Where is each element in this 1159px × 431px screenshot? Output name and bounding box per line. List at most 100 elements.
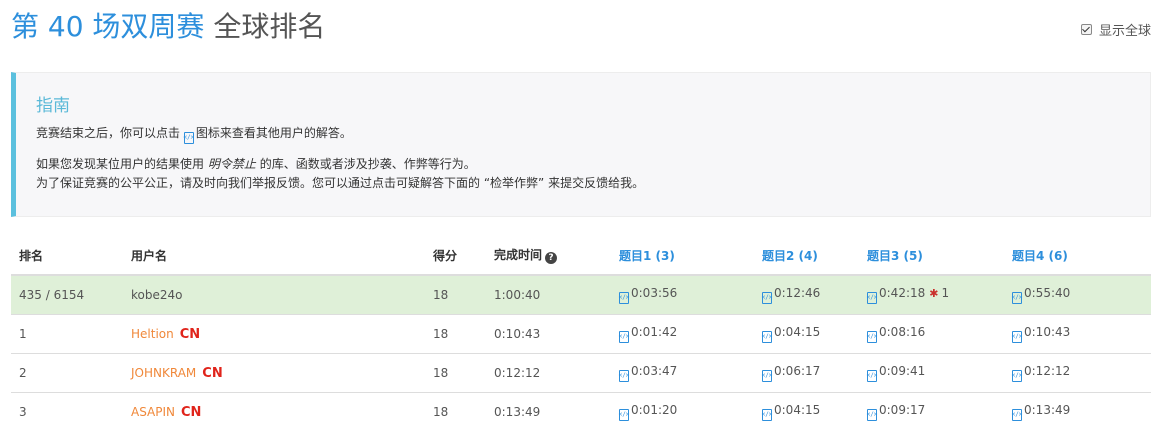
username-link[interactable]: ASAPIN: [131, 405, 175, 419]
q4-time: 0:12:12: [1024, 364, 1070, 378]
code-file-icon[interactable]: </>: [867, 292, 877, 304]
table-row: 3 ASAPINCN 18 0:13:49 </>0:01:20 </>0:04…: [11, 393, 1151, 431]
username-cell: kobe24o: [123, 275, 425, 315]
guide-line-3: 为了保证竞赛的公平公正，请及时向我们举报反馈。您可以通过点击可疑解答下面的 “检…: [36, 174, 1130, 193]
table-row-self: 435 / 6154 kobe24o 18 1:00:40 </>0:03:56…: [11, 275, 1151, 315]
q3-cell[interactable]: </>0:09:17: [859, 393, 1004, 431]
code-file-icon[interactable]: </>: [762, 370, 772, 382]
rank-cell: 2: [11, 354, 123, 393]
code-file-icon[interactable]: </>: [619, 409, 629, 421]
q3-time: 0:09:17: [879, 403, 925, 417]
code-file-icon[interactable]: </>: [619, 370, 629, 382]
q2-cell[interactable]: </>0:06:17: [754, 354, 859, 393]
rank-cell: 435 / 6154: [11, 275, 123, 315]
header-username: 用户名: [123, 236, 425, 275]
username-link[interactable]: JOHNKRAM: [131, 366, 196, 380]
q1-time: 0:01:20: [631, 403, 677, 417]
q3-cell[interactable]: </>0:42:18✱1: [859, 275, 1004, 315]
q1-cell[interactable]: </>0:03:56: [611, 275, 754, 315]
q2-time: 0:06:17: [774, 364, 820, 378]
q4-time: 0:10:43: [1024, 325, 1070, 339]
code-file-icon[interactable]: </>: [1012, 370, 1022, 382]
score-cell: 18: [425, 315, 486, 354]
q4-cell[interactable]: </>0:55:40: [1004, 275, 1151, 315]
q4-cell[interactable]: </>0:12:12: [1004, 354, 1151, 393]
username-link[interactable]: kobe24o: [131, 288, 182, 302]
q3-time: 0:09:41: [879, 364, 925, 378]
finish-time-cell: 1:00:40: [486, 275, 611, 315]
question-circle-icon[interactable]: ?: [545, 252, 557, 264]
region-badge: CN: [181, 405, 201, 420]
guide-line-1: 竞赛结束之后，你可以点击 </>图标来查看其他用户的解答。: [36, 124, 1130, 144]
q2-cell[interactable]: </>0:12:46: [754, 275, 859, 315]
q2-time: 0:04:15: [774, 403, 820, 417]
username-link[interactable]: Heltion: [131, 327, 174, 341]
finish-time-cell: 0:12:12: [486, 354, 611, 393]
score-cell: 18: [425, 393, 486, 431]
table-row: 1 HeltionCN 18 0:10:43 </>0:01:42 </>0:0…: [11, 315, 1151, 354]
code-file-icon[interactable]: </>: [619, 292, 629, 304]
header-question-2[interactable]: 题目2 (4): [754, 236, 859, 275]
title-suffix: 全球排名: [213, 10, 325, 43]
code-file-icon[interactable]: </>: [762, 409, 772, 421]
show-global-checkbox[interactable]: [1081, 24, 1092, 35]
code-file-icon[interactable]: </>: [1012, 331, 1022, 343]
guide-panel: 指南 竞赛结束之后，你可以点击 </>图标来查看其他用户的解答。 如果您发现某位…: [11, 72, 1151, 217]
code-file-icon[interactable]: </>: [867, 370, 877, 382]
username-cell: ASAPIN CN: [123, 393, 425, 431]
username-cell: JOHNKRAM CN: [123, 354, 425, 393]
q1-time: 0:03:47: [631, 364, 677, 378]
q1-cell[interactable]: </>0:01:20: [611, 393, 754, 431]
table-header-row: 排名 用户名 得分 完成时间? 题目1 (3) 题目2 (4) 题目3 (5) …: [11, 236, 1151, 275]
q3-cell[interactable]: </>0:08:16: [859, 315, 1004, 354]
code-file-icon[interactable]: </>: [867, 331, 877, 343]
code-file-icon[interactable]: </>: [1012, 292, 1022, 304]
table-row: 2 JOHNKRAMCN 18 0:12:12 </>0:03:47 </>0:…: [11, 354, 1151, 393]
header-question-3[interactable]: 题目3 (5): [859, 236, 1004, 275]
q1-time: 0:01:42: [631, 325, 677, 339]
code-file-icon[interactable]: </>: [1012, 409, 1022, 421]
ranking-table: 排名 用户名 得分 完成时间? 题目1 (3) 题目2 (4) 题目3 (5) …: [11, 236, 1151, 431]
finish-time-cell: 0:13:49: [486, 393, 611, 431]
finish-time-cell: 0:10:43: [486, 315, 611, 354]
guide-line-2: 如果您发现某位用户的结果使用 明令禁止 的库、函数或者涉及抄袭、作弊等行为。: [36, 155, 1130, 174]
guide-title: 指南: [36, 91, 1130, 116]
q2-time: 0:04:15: [774, 325, 820, 339]
guide-line-1-text-after: 图标来查看其他用户的解答。: [196, 126, 352, 140]
q3-cell[interactable]: </>0:09:41: [859, 354, 1004, 393]
q1-cell[interactable]: </>0:01:42: [611, 315, 754, 354]
show-global-toggle[interactable]: 显示全球: [1081, 20, 1151, 39]
q1-cell[interactable]: </>0:03:47: [611, 354, 754, 393]
region-badge: CN: [180, 327, 200, 342]
score-cell: 18: [425, 354, 486, 393]
guide-line-2-text: 如果您发现某位用户的结果使用: [36, 157, 204, 171]
guide-line-2-text-after: 的库、函数或者涉及抄袭、作弊等行为。: [260, 157, 476, 171]
bug-icon: ✱: [929, 287, 938, 300]
header-finish-time-label: 完成时间: [494, 248, 542, 262]
score-cell: 18: [425, 275, 486, 315]
header-question-1[interactable]: 题目1 (3): [611, 236, 754, 275]
q4-time: 0:55:40: [1024, 286, 1070, 300]
q4-cell[interactable]: </>0:10:43: [1004, 315, 1151, 354]
region-badge: CN: [202, 366, 222, 381]
q2-cell[interactable]: </>0:04:15: [754, 393, 859, 431]
q4-cell[interactable]: </>0:13:49: [1004, 393, 1151, 431]
code-file-icon[interactable]: </>: [619, 331, 629, 343]
header-question-4[interactable]: 题目4 (6): [1004, 236, 1151, 275]
guide-line-1-text: 竞赛结束之后，你可以点击: [36, 126, 180, 140]
code-file-icon[interactable]: </>: [867, 409, 877, 421]
contest-name-link[interactable]: 第 40 场双周赛: [11, 10, 204, 43]
q2-time: 0:12:46: [774, 286, 820, 300]
q3-penalty-count: 1: [941, 286, 949, 300]
q4-time: 0:13:49: [1024, 403, 1070, 417]
q2-cell[interactable]: </>0:04:15: [754, 315, 859, 354]
header-rank: 排名: [11, 236, 123, 275]
page-header: 第 40 场双周赛 全球排名 显示全球: [11, 8, 1151, 48]
header-finish-time: 完成时间?: [486, 236, 611, 275]
code-file-icon[interactable]: </>: [762, 292, 772, 304]
page-title: 第 40 场双周赛 全球排名: [11, 8, 325, 46]
guide-line-2-emphasis: 明令禁止: [208, 157, 256, 171]
code-file-icon[interactable]: </>: [762, 331, 772, 343]
q1-time: 0:03:56: [631, 286, 677, 300]
username-cell: Heltion CN: [123, 315, 425, 354]
